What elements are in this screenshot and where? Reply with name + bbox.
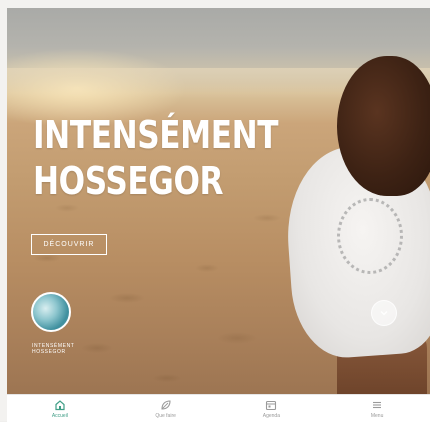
menu-icon — [373, 401, 382, 408]
hero-person-shirt-pattern — [337, 198, 403, 274]
hero-person-hair — [337, 56, 430, 196]
calendar-icon — [266, 400, 277, 410]
tab-label: Que faire — [155, 412, 176, 419]
tab-agenda[interactable]: Agenda — [219, 395, 325, 422]
app-frame: INTENSÉMENT HOSSEGOR DÉCOUVRIR INTENSÉME… — [0, 0, 430, 422]
bottom-tab-bar: Accueil Que faire Agenda Menu — [7, 394, 430, 422]
home-icon — [55, 399, 65, 410]
chevron-down-icon — [380, 311, 388, 316]
hero-title-line-2: HOSSEGOR — [33, 159, 224, 203]
hero-title: INTENSÉMENT HOSSEGOR — [33, 112, 279, 204]
tab-menu[interactable]: Menu — [324, 395, 430, 422]
leaf-icon — [161, 399, 171, 410]
discover-button[interactable]: DÉCOUVRIR — [31, 234, 107, 255]
story-thumbnail[interactable] — [31, 292, 71, 332]
story-thumbnail-label: INTENSÉMENT HOSSEGOR — [32, 343, 74, 355]
hero-title-line-1: INTENSÉMENT — [33, 113, 279, 157]
story-thumbnail-label-line-2: HOSSEGOR — [32, 349, 66, 355]
tab-label: Menu — [370, 412, 384, 419]
tab-que-faire[interactable]: Que faire — [113, 395, 219, 422]
tab-label: Accueil — [51, 412, 68, 419]
scroll-down-button[interactable] — [371, 300, 397, 326]
tab-accueil[interactable]: Accueil — [7, 395, 113, 422]
tab-label: Agenda — [262, 412, 280, 419]
